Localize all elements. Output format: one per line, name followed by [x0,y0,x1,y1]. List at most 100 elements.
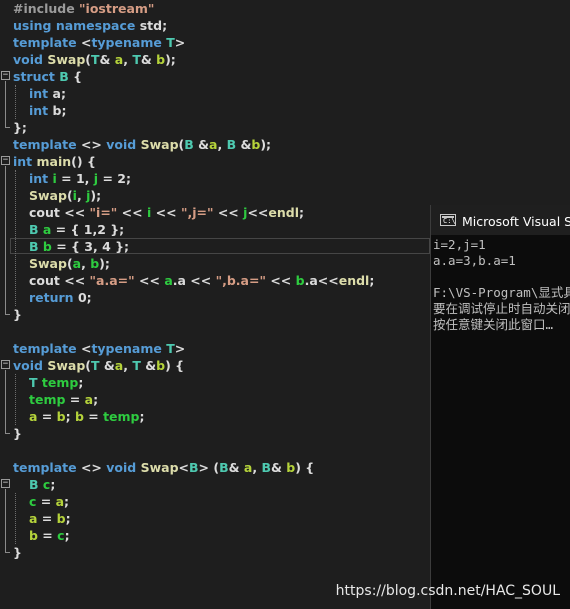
code-token: endl [268,205,299,220]
code-token: ; [78,375,84,390]
code-text: int i = 1, j = 2; [29,170,131,187]
code-token: , [76,188,87,203]
code-token: b [42,239,52,254]
code-token: ; [369,273,375,288]
code-token: << [151,205,181,220]
code-text: a = b; b = temp; [29,408,145,425]
console-output-line: 按任意键关闭此窗口… [433,317,554,332]
console-titlebar[interactable]: C:\ Microsoft Visual Studio 调试控制台 [431,205,570,235]
code-token: > [174,341,186,356]
code-token: = [37,409,57,424]
code-token: , [81,256,91,271]
code-token: ",j=" [180,205,214,220]
code-token: a [114,52,124,67]
code-text: return 0; [29,289,92,306]
code-token: , [123,52,133,67]
code-token: <> [80,137,107,152]
fold-region-end [5,314,10,315]
code-text: cout << "i=" << i << ",j=" << j<<endl; [29,204,304,221]
code-token: namespace [55,18,140,33]
code-token: B [219,460,229,475]
indent-guide [15,493,16,544]
code-token: struct [13,69,60,84]
code-token: ; [60,86,66,101]
debug-console-window[interactable]: C:\ Microsoft Visual Studio 调试控制台 i=2,j=… [430,205,570,609]
code-token: Swap [47,358,86,373]
code-token: b [156,52,166,67]
code-token: B [29,477,43,492]
fold-region-end [5,433,10,434]
code-token: = [36,494,56,509]
code-text: void Swap(T &a, T &b) { [13,357,184,374]
code-text: a = b; [29,510,71,527]
console-title: Microsoft Visual Studio 调试控制台 [462,213,570,229]
code-token: typename [91,341,167,356]
code-token: } [13,426,22,441]
code-token: << [117,205,147,220]
console-output-line: 要在调试停止时自动关闭控制台 [433,301,570,316]
code-token: ) { [295,460,315,475]
code-token: << [134,273,165,288]
code-token: = [37,528,58,543]
code-token: ); [99,256,110,271]
console-window-icon: C:\ [440,214,456,226]
code-token: << [59,273,90,288]
code-token: = 2; [98,171,131,186]
code-text: B b = { 3, 4 }; [29,238,129,255]
code-token: , [123,358,133,373]
code-token: template [13,341,81,356]
collapse-toggle-icon[interactable]: − [1,360,10,369]
code-token: } [13,545,22,560]
code-token: Swap [47,52,86,67]
fold-region-line [5,489,6,552]
code-token: ; [139,409,145,424]
code-token: <> [80,460,107,475]
code-token: a [177,273,186,288]
code-text: template <typename T> [13,340,185,357]
code-text: temp = a; [29,391,98,408]
code-token: B [261,460,271,475]
code-token: ; [65,409,75,424]
code-token: = [37,511,57,526]
indent-guide [15,170,16,306]
collapse-toggle-icon[interactable]: − [1,479,10,488]
code-token: Swap [140,460,179,475]
code-text: int b; [29,102,66,119]
indent-guide [15,85,16,119]
code-token: << [247,205,269,220]
code-text: struct B { [13,68,82,85]
fold-region-line [5,370,6,433]
code-token: = [83,409,104,424]
code-token: > ( [198,460,220,475]
code-text: c = a; [29,493,69,510]
code-token: << [213,205,244,220]
code-token: 0 [77,290,87,305]
code-token: << [59,205,90,220]
code-token: < [178,460,190,475]
code-token: c [57,528,65,543]
code-token: B [189,460,199,475]
code-token: a [114,358,124,373]
code-token: a [84,392,94,407]
code-token: Swap [29,188,67,203]
code-token: B [226,137,241,152]
collapse-toggle-icon[interactable]: − [1,156,10,165]
collapse-toggle-icon[interactable]: − [1,71,10,80]
code-token: & [99,52,115,67]
code-token: temp [103,409,140,424]
code-token: void [106,460,141,475]
code-token: temp [29,392,66,407]
code-token: & [270,460,287,475]
code-token: = { 3, 4 }; [51,239,130,254]
code-token: = 1, [56,171,94,186]
indent-guide [15,374,16,425]
code-text: } [13,544,22,561]
code-token: T [166,341,175,356]
console-output: i=2,j=1a.a=3,b.a=1 F:\VS-Program\显式具体化.ex… [431,235,570,333]
code-token: a [309,273,318,288]
fold-region-line [5,166,6,314]
code-text: int main() { [13,153,96,170]
code-token: cout [29,273,60,288]
code-text: T temp; [29,374,83,391]
